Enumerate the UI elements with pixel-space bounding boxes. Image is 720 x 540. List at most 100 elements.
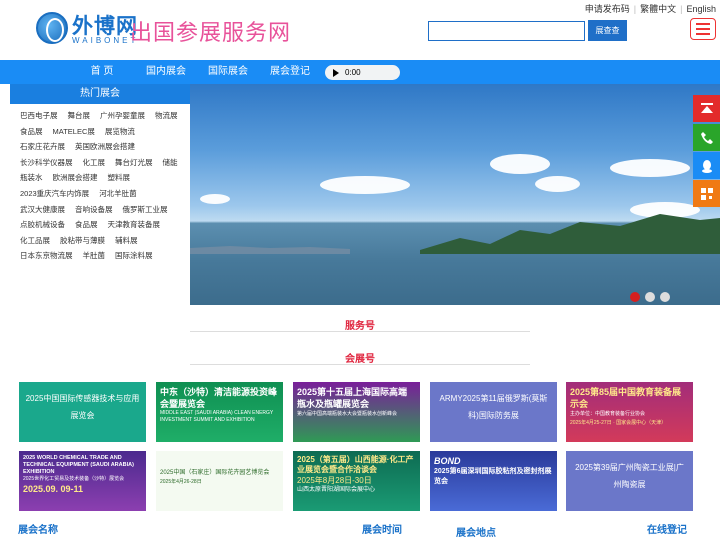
audio-time: 0:00 <box>345 68 361 77</box>
hot-exhibition-label: 展览物流 <box>104 126 135 136</box>
play-icon[interactable] <box>333 68 339 77</box>
hot-exhibition-label: 音响设备展 <box>75 204 113 214</box>
hot-exhibition-label: 物流展 <box>155 111 178 120</box>
site-title: 出国参展服务网 <box>130 20 292 45</box>
divider: | <box>680 3 683 14</box>
brand-logo: BOND <box>434 456 461 466</box>
carousel-dot[interactable] <box>630 292 640 302</box>
back-to-top-icon[interactable] <box>693 95 720 122</box>
logo-subtext: WAIBONET <box>72 36 139 45</box>
hot-exhibition-label: 石家庄花卉展 <box>20 142 65 152</box>
service-number-title: 服务号 <box>345 321 375 332</box>
card-title: 2025第6届深圳国际胶粘剂及密封剂展览会 <box>434 468 552 485</box>
hot-exhibition-label: 食品展 <box>75 220 98 230</box>
hero-banner[interactable] <box>190 84 720 305</box>
exhibition-card[interactable]: 2025第39届广州陶瓷工业展|广州陶瓷展 <box>566 451 693 511</box>
exhibition-card[interactable]: ARMY2025第11届俄罗斯(莫斯科)国际防务展 <box>430 382 557 442</box>
hot-exhibition-label: 化工展 <box>82 157 106 167</box>
search-button[interactable]: 展查查 <box>588 20 627 41</box>
main-nav: 首 页 国内展会 国际展会 展会登记 0:00 <box>0 60 720 84</box>
divider: | <box>633 3 637 14</box>
exhibition-card[interactable]: 2025中国（石家庄）国际花卉园艺博览会 2025年4月26-28日 <box>156 451 283 511</box>
logo-globe-icon[interactable] <box>36 12 68 44</box>
hot-exhibition-label: 食品展 <box>20 126 43 136</box>
hot-exhibition-label: 舞台展 <box>67 111 91 120</box>
hot-exhibition-label: 巴西电子展 <box>20 111 58 120</box>
hot-exhibition-label: 羊肚菌 <box>82 251 106 261</box>
search-input[interactable] <box>428 21 585 41</box>
hot-exhibition-label: MATELEC展 <box>52 126 95 136</box>
card-date: 2025.09. 09-11 <box>23 484 84 494</box>
hot-exhibition-label: 点胶机械设备 <box>20 220 65 230</box>
hot-exhibitions-list: 巴西电子展 舞台展 广州孕婴童展 物流展食品展 MATELEC展 展览物流石家庄花卉展 英国… <box>10 104 190 268</box>
traditional-chinese-link[interactable]: 繁體中文 <box>640 2 676 15</box>
hot-exhibition-label: 日本东京物流展 <box>20 251 73 261</box>
exhibition-card[interactable]: 中东（沙特）清洁能源投资峰会暨展览会 MIDDLE EAST (SAUDI AR… <box>156 382 283 442</box>
card-title: 2025第十五届上海国际高端瓶水及瓶罐展览会 <box>297 387 408 409</box>
nav-international[interactable]: 国际展会 <box>208 60 248 84</box>
hot-exhibition-label: 广州孕婴童展 <box>100 111 145 120</box>
apply-code-link[interactable]: 申请发布码 <box>585 2 630 15</box>
divider <box>190 331 530 332</box>
card-location: 山西太原晋阳湖国际会展中心 <box>297 487 376 493</box>
exhibition-number-title: 会展号 <box>345 354 375 365</box>
hot-exhibition-label: 辅料展 <box>115 235 138 245</box>
qq-icon[interactable] <box>693 152 720 179</box>
hot-exhibition-label: 舞台灯光展 <box>115 157 153 167</box>
nav-register[interactable]: 展会登记 <box>270 60 310 84</box>
exhibition-card[interactable]: 2025第十五届上海国际高端瓶水及瓶罐展览会 第六届中国高端瓶装水大会暨瓶装水创… <box>293 382 420 442</box>
online-register-link[interactable]: 在线登记 <box>647 521 687 536</box>
card-subtitle: 主办单位：中国教育装备行业协会 <box>570 411 646 417</box>
carousel-dot[interactable] <box>645 292 655 302</box>
hot-exhibition-label: 国际涂料展 <box>115 251 153 261</box>
hot-exhibition-label: 河北羊肚菌 <box>99 188 137 198</box>
hot-exhibition-label: 欧洲展会搭建 <box>52 173 98 183</box>
carousel-dots <box>630 292 670 302</box>
audio-player[interactable]: 0:00 <box>325 65 400 80</box>
card-title: 2025中国（石家庄）国际花卉园艺博览会 <box>160 470 270 476</box>
card-title: ARMY2025第11届俄罗斯(莫斯科)国际防务展 <box>439 394 548 420</box>
card-date: 2025年8月28日-30日 <box>297 476 372 485</box>
divider <box>190 364 530 365</box>
card-title: 中东（沙特）清洁能源投资峰会暨展览会 <box>160 387 278 409</box>
exhibition-card[interactable]: 2025 WORLD CHEMICAL TRADE AND TECHNICAL … <box>19 451 146 511</box>
card-date: 2025年4月25-27日 · 国家会展中心（天津） <box>570 420 667 426</box>
hot-exhibition-label: 2023重庆汽车内饰展 <box>20 188 90 198</box>
hot-exhibition-label: 武汉大健康展 <box>20 204 65 214</box>
hot-exhibition-label: 胶粘带与薄膜 <box>60 235 105 245</box>
card-subtitle: 第六届中国高端瓶装水大会暨瓶装水创新峰会 <box>297 411 398 417</box>
card-title: 2025第85届中国教育装备展示会 <box>570 387 682 409</box>
nav-home[interactable]: 首 页 <box>78 60 126 84</box>
menu-icon[interactable] <box>690 18 716 40</box>
nav-domestic[interactable]: 国内展会 <box>146 60 186 84</box>
card-title: 2025（第五届）山西能源·化工产业展览会暨合作洽谈会 <box>297 455 414 474</box>
hot-exhibition-label: 化工品展 <box>20 235 50 245</box>
card-date: 2025年4月26-28日 <box>160 479 202 485</box>
hot-exhibition-label: 长沙科学仪器展 <box>20 157 73 167</box>
hot-exhibition-label: 瓶装水 <box>20 173 43 183</box>
hot-exhibitions-panel: 热门展会 巴西电子展 舞台展 广州孕婴童展 物流展食品展 MATELEC展 展览物流石家庄… <box>10 84 190 305</box>
carousel-dot[interactable] <box>660 292 670 302</box>
column-exhibition-name: 展会名称 <box>18 525 58 536</box>
exhibition-card[interactable]: 2025（第五届）山西能源·化工产业展览会暨合作洽谈会 2025年8月28日-3… <box>293 451 420 511</box>
card-title: 2025中国国际传感器技术与应用展览会 <box>25 394 140 420</box>
qrcode-icon[interactable] <box>693 180 720 207</box>
english-link[interactable]: English <box>686 4 716 14</box>
card-subtitle: MIDDLE EAST (SAUDI ARABIA) CLEAN ENERGY … <box>160 410 274 423</box>
hot-exhibition-label: 俄罗斯工业展 <box>122 204 168 214</box>
hot-exhibition-label: 英国欧洲展会搭建 <box>75 142 135 152</box>
exhibition-card[interactable]: 2025中国国际传感器技术与应用展览会 <box>19 382 146 442</box>
exhibition-card[interactable]: BOND 2025第6届深圳国际胶粘剂及密封剂展览会 <box>430 451 557 511</box>
card-subtitle: 2025世界化工贸易及技术装备（沙特）展览会 <box>23 476 125 482</box>
hot-exhibition-label: 塑料展 <box>107 173 131 183</box>
card-title: 2025第39届广州陶瓷工业展|广州陶瓷展 <box>575 463 684 489</box>
hot-exhibition-label: 天津教育装备展 <box>107 220 161 230</box>
hot-exhibition-label: 储能 <box>162 157 178 167</box>
phone-icon[interactable] <box>693 124 720 151</box>
column-exhibition-time: 展会时间 <box>362 525 402 536</box>
exhibition-card[interactable]: 2025第85届中国教育装备展示会 主办单位：中国教育装备行业协会 2025年4… <box>566 382 693 442</box>
column-exhibition-location: 展会地点 <box>456 528 496 539</box>
card-title: 2025 WORLD CHEMICAL TRADE AND TECHNICAL … <box>23 455 134 475</box>
hot-exhibitions-title: 热门展会 <box>10 84 190 104</box>
top-links: 申请发布码 | 繁體中文 | English <box>585 2 716 15</box>
